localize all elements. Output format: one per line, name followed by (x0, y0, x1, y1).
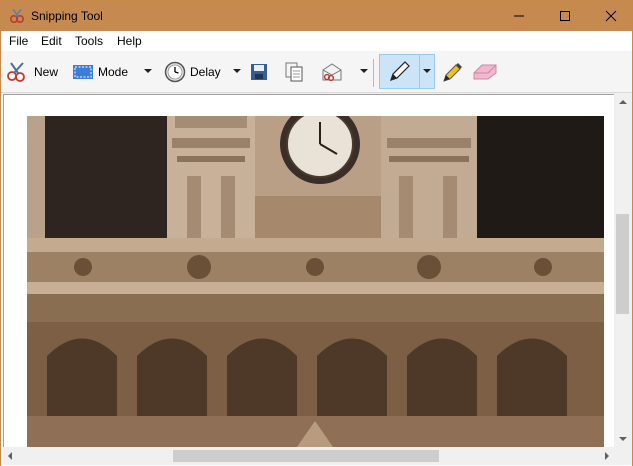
maximize-icon (560, 11, 570, 21)
mode-label: Mode (98, 65, 129, 79)
close-icon (605, 10, 617, 22)
snip-image (27, 116, 604, 447)
toolbar-separator (373, 59, 374, 87)
horizontal-scroll-thumb[interactable] (173, 450, 439, 462)
window-title: Snipping Tool (31, 9, 103, 23)
highlighter-icon (443, 63, 462, 82)
scrollbar-corner (614, 447, 632, 465)
canvas-frame (3, 94, 614, 447)
delay-label: Delay (190, 65, 221, 79)
copy-button[interactable] (284, 57, 304, 87)
snipping-tool-window: Snipping Tool File Edit Tools Help New M… (0, 0, 633, 466)
mode-dropdown-arrow[interactable] (144, 69, 152, 73)
title-bar[interactable]: Snipping Tool (1, 1, 632, 31)
pen-split-divider (419, 55, 420, 88)
close-button[interactable] (588, 1, 633, 31)
pen-dropdown-arrow[interactable] (423, 69, 431, 73)
send-dropdown-arrow[interactable] (360, 69, 368, 73)
new-label: New (34, 65, 59, 79)
minimize-icon (514, 15, 524, 17)
send-snip-icon (322, 63, 342, 82)
snip-content-area (1, 94, 632, 466)
highlighter-button[interactable] (439, 57, 463, 87)
menu-edit[interactable]: Edit (41, 34, 62, 48)
pen-button[interactable] (387, 57, 411, 87)
eraser-button[interactable] (472, 57, 498, 87)
copy-icon (285, 62, 303, 82)
save-button[interactable] (249, 57, 269, 87)
scroll-up-icon[interactable] (619, 100, 627, 104)
new-snip-icon (7, 62, 25, 82)
maximize-button[interactable] (542, 1, 588, 31)
vertical-scrollbar[interactable] (614, 94, 632, 447)
pen-icon (390, 61, 410, 81)
menu-tools[interactable]: Tools (75, 34, 103, 48)
snipping-tool-icon (9, 8, 25, 24)
mode-icon (73, 65, 93, 79)
scroll-left-icon[interactable] (8, 452, 12, 460)
eraser-icon (473, 64, 497, 80)
save-icon (251, 64, 267, 80)
toolbar: New Mode Delay (1, 51, 632, 93)
new-button[interactable]: New (6, 57, 58, 87)
delay-clock-icon (164, 61, 186, 83)
mode-button[interactable]: Mode (72, 57, 128, 87)
delay-dropdown-arrow[interactable] (233, 69, 241, 73)
scroll-right-icon[interactable] (605, 452, 609, 460)
menu-help[interactable]: Help (117, 34, 142, 48)
scroll-down-icon[interactable] (619, 437, 627, 441)
menu-bar: File Edit Tools Help (1, 31, 632, 51)
horizontal-scrollbar[interactable] (3, 447, 614, 465)
menu-file[interactable]: File (9, 34, 28, 48)
delay-button[interactable]: Delay (164, 57, 221, 87)
send-snip-button[interactable] (320, 57, 344, 87)
minimize-button[interactable] (496, 1, 542, 31)
vertical-scroll-thumb[interactable] (616, 214, 629, 314)
